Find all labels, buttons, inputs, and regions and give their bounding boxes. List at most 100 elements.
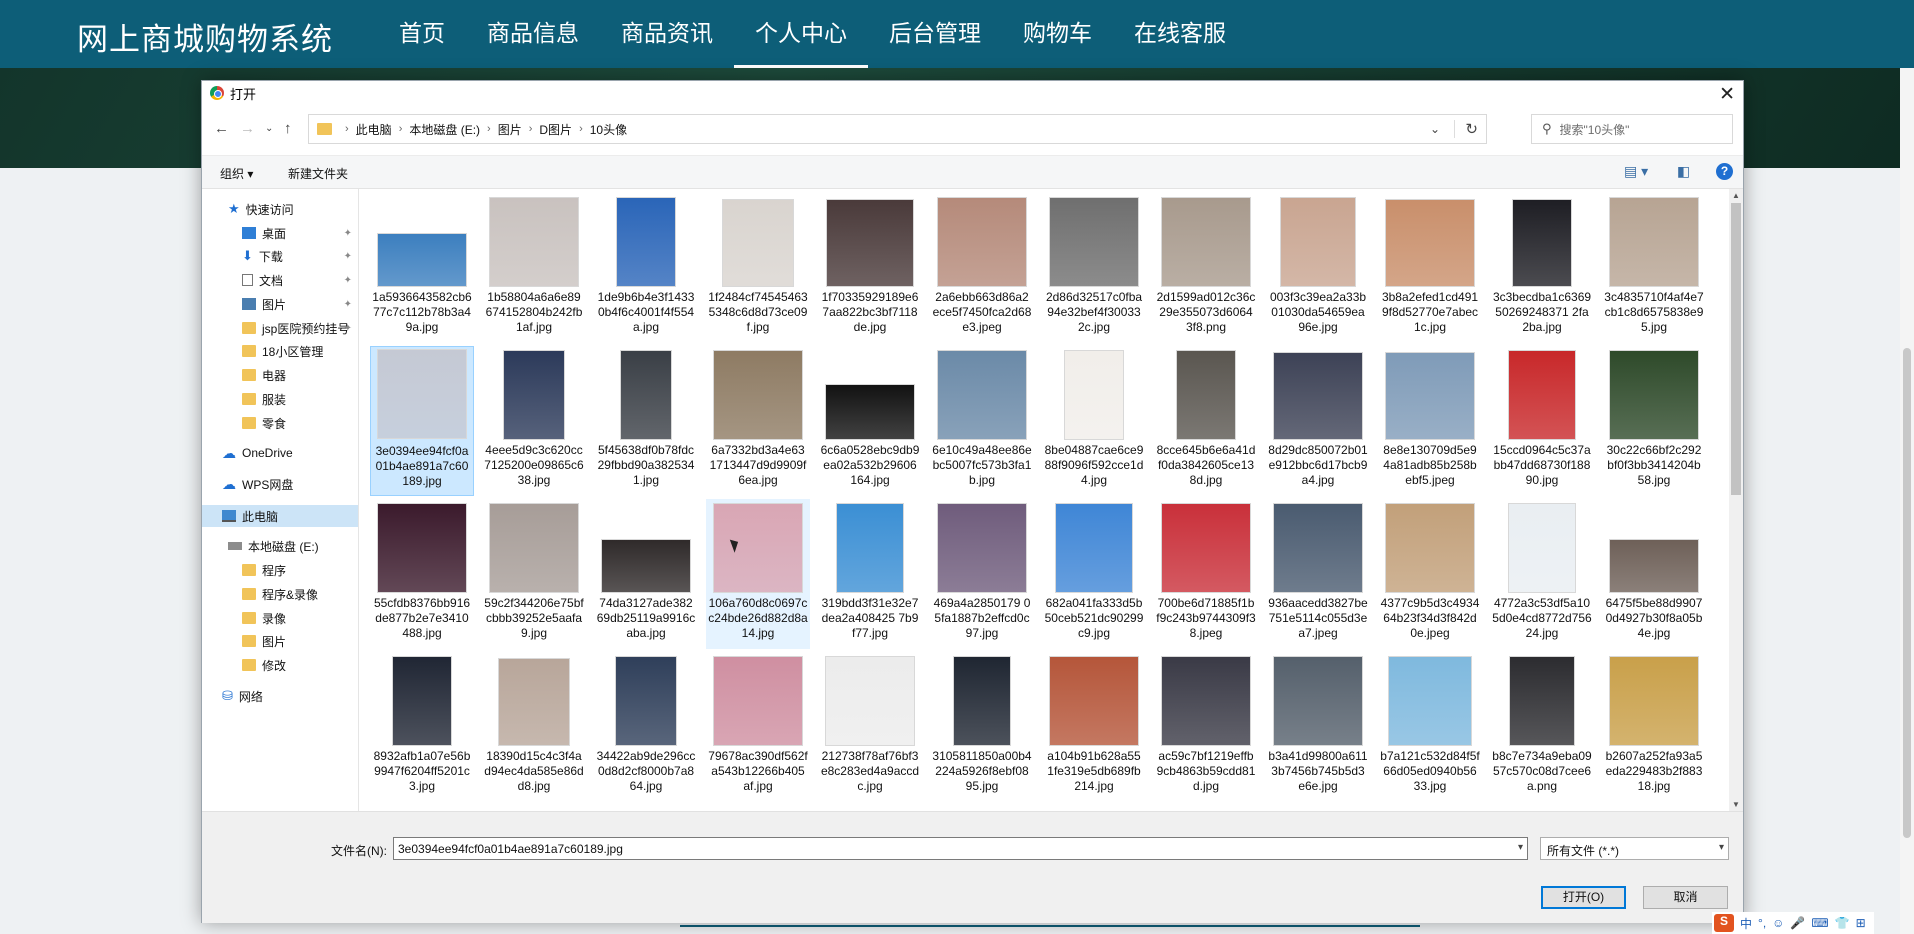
sidebar-item[interactable]: 录像 xyxy=(202,607,358,629)
pane-divider[interactable] xyxy=(358,189,359,811)
organize-button[interactable]: 组织 ▾ xyxy=(220,165,253,182)
ime-language-indicator[interactable]: 中 xyxy=(1740,915,1752,932)
file-tile[interactable]: 682a041fa333d5b50ceb521dc90299c9.jpg xyxy=(1042,499,1146,649)
file-tile[interactable]: 59c2f344206e75bfcbbb39252e5aafa9.jpg xyxy=(482,499,586,649)
file-tile[interactable]: 79678ac390df562fa543b12266b405af.jpg xyxy=(706,652,810,802)
sidebar-item[interactable]: 零食 xyxy=(202,412,358,434)
forward-arrow-icon[interactable]: → xyxy=(240,120,255,137)
sidebar-item[interactable]: ⛁ 网络 xyxy=(202,685,358,707)
site-menu-item[interactable]: 首页 xyxy=(378,0,466,68)
breadcrumb-separator-icon[interactable]: › xyxy=(579,123,583,135)
preview-pane-icon[interactable]: ◧ xyxy=(1677,163,1690,180)
file-tile[interactable]: 8cce645b6e6a41df0da3842605ce138d.jpg xyxy=(1154,346,1258,496)
sidebar-item[interactable]: jsp医院预约挂号 ✦ xyxy=(202,317,358,339)
file-tile[interactable]: 3e0394ee94fcf0a01b4ae891a7c60189.jpg xyxy=(370,346,474,496)
back-arrow-icon[interactable]: ← xyxy=(214,120,229,137)
site-menu-item[interactable]: 后台管理 xyxy=(868,0,1002,68)
breadcrumb-item[interactable]: 此电脑 xyxy=(356,121,392,138)
keyboard-icon[interactable]: ⌨ xyxy=(1811,916,1828,930)
file-tile[interactable] xyxy=(594,805,698,809)
file-tile[interactable]: 6c6a0528ebc9db9ea02a532b29606164.jpg xyxy=(818,346,922,496)
sidebar-item[interactable]: 图片 xyxy=(202,630,358,652)
page-scrollbar[interactable] xyxy=(1900,68,1914,934)
sogou-ime-icon[interactable]: S xyxy=(1714,914,1734,932)
sidebar-item[interactable]: 本地磁盘 (E:) xyxy=(202,535,358,557)
breadcrumb-item[interactable]: 10头像 xyxy=(590,121,627,138)
filename-input[interactable]: 3e0394ee94fcf0a01b4ae891a7c60189.jpg ▾ xyxy=(393,837,1528,860)
open-button[interactable]: 打开(O) xyxy=(1541,886,1626,909)
file-tile[interactable]: b7a121c532d84f5f66d05ed0940b5633.jpg xyxy=(1378,652,1482,802)
breadcrumb-item[interactable]: D图片 xyxy=(539,121,572,138)
file-tile[interactable]: 8be04887cae6ce988f9096f592cce1d4.jpg xyxy=(1042,346,1146,496)
site-menu-item[interactable]: 商品信息 xyxy=(466,0,600,68)
file-tile[interactable]: 15ccd0964c5c37abb47dd68730f18890.jpg xyxy=(1490,346,1594,496)
sidebar-item[interactable]: 图片 ✦ xyxy=(202,293,358,315)
file-tile[interactable]: b3a41d99800a6113b7456b745b5d3e6e.jpg xyxy=(1266,652,1370,802)
site-menu-item[interactable]: 商品资讯 xyxy=(600,0,734,68)
file-tile[interactable] xyxy=(1042,805,1146,809)
address-dropdown-icon[interactable]: ⌄ xyxy=(1430,122,1440,136)
site-brand[interactable]: 网上商城购物系统 xyxy=(77,14,333,59)
file-tile[interactable]: 3b8a2efed1cd4919f8d52770e7abec1c.jpg xyxy=(1378,193,1482,343)
recent-locations-chevron-icon[interactable]: ⌄ xyxy=(265,123,273,134)
file-tile[interactable] xyxy=(1490,805,1594,809)
file-tile[interactable]: 18390d15c4c3f4ad94ec4da585e86dd8.jpg xyxy=(482,652,586,802)
file-tile[interactable] xyxy=(1154,805,1258,809)
up-arrow-icon[interactable]: ↑ xyxy=(284,120,292,137)
file-tile[interactable]: 003f3c39ea2a33b01030da54659ea96e.jpg xyxy=(1266,193,1370,343)
file-tile[interactable]: 936aacedd3827be751e5114c055d3ea7.jpeg xyxy=(1266,499,1370,649)
file-tile[interactable] xyxy=(930,805,1034,809)
toolbox-icon[interactable]: ⊞ xyxy=(1856,916,1866,930)
file-tile[interactable]: 2d1599ad012c36c29e355073d60643f8.png xyxy=(1154,193,1258,343)
file-tile[interactable]: 212738f78af76bf3e8c283ed4a9accdc.jpg xyxy=(818,652,922,802)
file-tile[interactable]: 8932afb1a07e56b9947f6204ff5201c3.jpg xyxy=(370,652,474,802)
file-tile[interactable]: 30c22c66bf2c292bf0f3bb3414204b58.jpg xyxy=(1602,346,1706,496)
close-button[interactable]: ✕ xyxy=(1719,83,1735,106)
file-tile[interactable]: 2a6ebb663d86a2ece5f7450fca2d68e3.jpeg xyxy=(930,193,1034,343)
page-scrollbar-thumb[interactable] xyxy=(1903,348,1911,838)
site-menu-item[interactable]: 购物车 xyxy=(1002,0,1113,68)
skin-icon[interactable]: 👕 xyxy=(1835,916,1850,930)
file-tile[interactable]: 1a5936643582cb677c7c112b78b3a49a.jpg xyxy=(370,193,474,343)
site-menu-item[interactable]: 在线客服 xyxy=(1113,0,1247,68)
file-tile[interactable]: 3c3becdba1c636950269248371 2fa2ba.jpg xyxy=(1490,193,1594,343)
file-grid-scrollbar-thumb[interactable] xyxy=(1731,203,1741,495)
file-tile[interactable]: 6a7332bd3a4e631713447d9d9909f6ea.jpg xyxy=(706,346,810,496)
sidebar-item[interactable]: 修改 xyxy=(202,654,358,676)
address-bar[interactable]: › 此电脑 › 本地磁盘 (E:) › 图片 › D图片 › 10头像 ⌄ ↻ xyxy=(308,114,1487,144)
file-tile[interactable]: b2607a252fa93a5eda229483b2f88318.jpg xyxy=(1602,652,1706,802)
site-menu-item[interactable]: 个人中心 xyxy=(734,0,868,68)
file-tile[interactable]: 8e8e130709d5e94a81adb85b258bebf5.jpeg xyxy=(1378,346,1482,496)
file-tile[interactable] xyxy=(1378,805,1482,809)
scroll-up-icon[interactable]: ▲ xyxy=(1732,191,1740,200)
breadcrumb-separator-icon[interactable]: › xyxy=(529,123,533,135)
file-tile[interactable]: 6475f5be88d99070d4927b30f8a05b4e.jpg xyxy=(1602,499,1706,649)
file-tile[interactable]: 3c4835710f4af4e7cb1c8d6575838e95.jpg xyxy=(1602,193,1706,343)
file-tile[interactable]: 106a760d8c0697cc24bde26d882d8a14.jpg xyxy=(706,499,810,649)
breadcrumb-item[interactable]: 图片 xyxy=(498,121,522,138)
file-tile[interactable]: 6e10c49a48ee86ebc5007fc573b3fa1b.jpg xyxy=(930,346,1034,496)
sidebar-item[interactable]: 18小区管理 xyxy=(202,340,358,362)
file-tile[interactable]: 55cfdb8376bb916de877b2e7e3410488.jpg xyxy=(370,499,474,649)
file-tile[interactable]: 1f2484cf745454635348c6d8d73ce09f.jpg xyxy=(706,193,810,343)
refresh-icon[interactable]: ↻ xyxy=(1454,120,1478,138)
sidebar-item[interactable]: 此电脑 xyxy=(202,505,358,527)
sidebar-item[interactable]: ☁ WPS网盘 xyxy=(202,473,358,495)
file-tile[interactable] xyxy=(1266,805,1370,809)
sidebar-item[interactable]: ☁ OneDrive xyxy=(202,442,358,464)
breadcrumb-separator-icon[interactable]: › xyxy=(345,123,349,135)
file-type-dropdown-icon[interactable]: ▾ xyxy=(1719,842,1724,853)
file-tile[interactable]: 700be6d71885f1bf9c243b9744309f38.jpeg xyxy=(1154,499,1258,649)
file-tile[interactable] xyxy=(370,805,474,809)
file-tile[interactable] xyxy=(482,805,586,809)
change-view-icon[interactable]: ▤ ▾ xyxy=(1624,163,1648,180)
sidebar-item[interactable]: 桌面 ✦ xyxy=(202,222,358,244)
sidebar-item[interactable]: 程序 xyxy=(202,559,358,581)
file-tile[interactable]: 4eee5d9c3c620cc7125200e09865c638.jpg xyxy=(482,346,586,496)
breadcrumb-separator-icon[interactable]: › xyxy=(399,123,403,135)
file-type-select[interactable]: 所有文件 (*.*) ▾ xyxy=(1540,837,1729,860)
file-tile[interactable] xyxy=(818,805,922,809)
file-tile[interactable]: 4772a3c53df5a105d0e4cd8772d75624.jpg xyxy=(1490,499,1594,649)
sidebar-item[interactable]: 文档 ✦ xyxy=(202,269,358,291)
file-tile[interactable]: 1f70335929189e67aa822bc3bf7118de.jpg xyxy=(818,193,922,343)
